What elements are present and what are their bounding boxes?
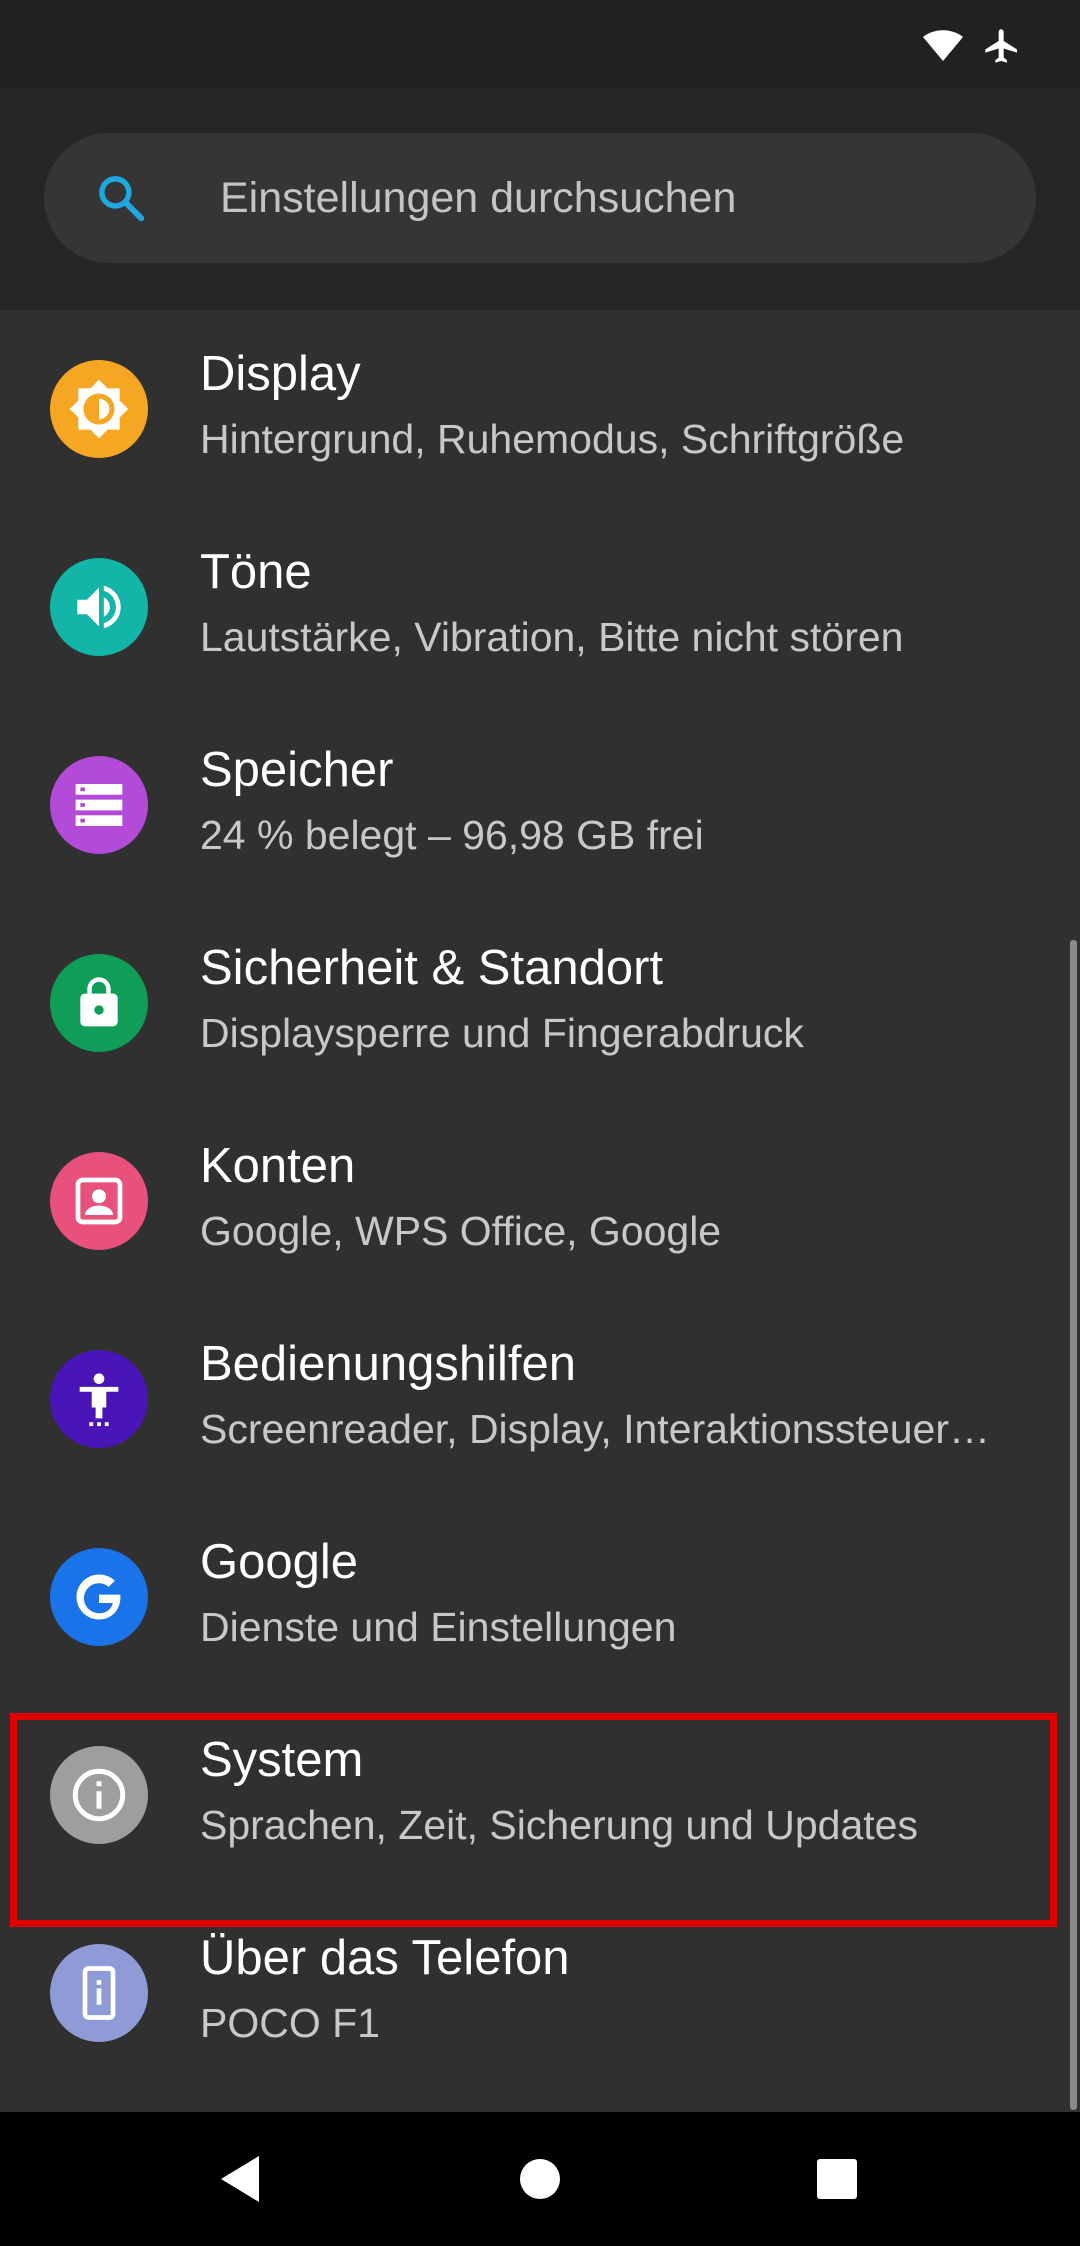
- setting-title: Töne: [200, 545, 312, 599]
- search-bar[interactable]: Einstellungen durchsuchen: [44, 133, 1036, 263]
- setting-subtitle: Dienste und Einstellungen: [200, 1604, 677, 1650]
- info-icon: [50, 1746, 148, 1844]
- setting-subtitle: Screenreader, Display, Interaktionssteue…: [200, 1406, 991, 1452]
- search-header: Einstellungen durchsuchen: [0, 88, 1080, 310]
- accessibility-icon: [50, 1350, 148, 1448]
- storage-icon: [50, 756, 148, 854]
- setting-title: Display: [200, 347, 361, 401]
- account-icon: [50, 1152, 148, 1250]
- status-bar: [0, 0, 1080, 88]
- setting-item-google[interactable]: Google Dienste und Einstellungen: [0, 1498, 1080, 1696]
- setting-item-security[interactable]: Sicherheit & Standort Displaysperre und …: [0, 904, 1080, 1102]
- setting-title: Sicherheit & Standort: [200, 941, 664, 995]
- volume-icon: [50, 558, 148, 656]
- search-placeholder[interactable]: Einstellungen durchsuchen: [220, 133, 736, 263]
- setting-item-storage[interactable]: Speicher 24 % belegt – 96,98 GB frei: [0, 706, 1080, 904]
- setting-item-accounts[interactable]: Konten Google, WPS Office, Google: [0, 1102, 1080, 1300]
- setting-title: System: [200, 1733, 364, 1787]
- scrollbar[interactable]: [1070, 940, 1077, 2110]
- phone-info-icon: [50, 1944, 148, 2042]
- setting-subtitle: 24 % belegt – 96,98 GB frei: [200, 812, 704, 858]
- setting-item-about[interactable]: Über das Telefon POCO F1: [0, 1894, 1080, 2092]
- setting-title: Speicher: [200, 743, 394, 797]
- navigation-bar: [0, 2112, 1080, 2246]
- setting-item-accessibility[interactable]: Bedienungshilfen Screenreader, Display, …: [0, 1300, 1080, 1498]
- setting-subtitle: Sprachen, Zeit, Sicherung und Updates: [200, 1802, 918, 1848]
- home-icon[interactable]: [504, 2143, 576, 2215]
- brightness-icon: [50, 360, 148, 458]
- search-icon[interactable]: [94, 171, 148, 225]
- recents-icon[interactable]: [801, 2143, 873, 2215]
- lock-icon: [50, 954, 148, 1052]
- setting-subtitle: Lautstärke, Vibration, Bitte nicht störe…: [200, 614, 904, 660]
- setting-subtitle: Google, WPS Office, Google: [200, 1208, 722, 1254]
- setting-title: Bedienungshilfen: [200, 1337, 576, 1391]
- setting-title: Über das Telefon: [200, 1931, 570, 1985]
- setting-subtitle: POCO F1: [200, 2000, 380, 2046]
- status-icons: [922, 24, 1022, 68]
- setting-subtitle: Hintergrund, Ruhemodus, Schriftgröße: [200, 416, 905, 462]
- setting-title: Konten: [200, 1139, 356, 1193]
- setting-title: Google: [200, 1535, 359, 1589]
- google-icon: [50, 1548, 148, 1646]
- setting-subtitle: Displaysperre und Fingerabdruck: [200, 1010, 804, 1056]
- wifi-icon: [923, 30, 963, 61]
- setting-item-system[interactable]: System Sprachen, Zeit, Sicherung und Upd…: [0, 1696, 1080, 1894]
- setting-item-sound[interactable]: Töne Lautstärke, Vibration, Bitte nicht …: [0, 508, 1080, 706]
- setting-item-display[interactable]: Display Hintergrund, Ruhemodus, Schriftg…: [0, 310, 1080, 508]
- airplane-mode-icon: [985, 29, 1017, 63]
- back-icon[interactable]: [204, 2143, 276, 2215]
